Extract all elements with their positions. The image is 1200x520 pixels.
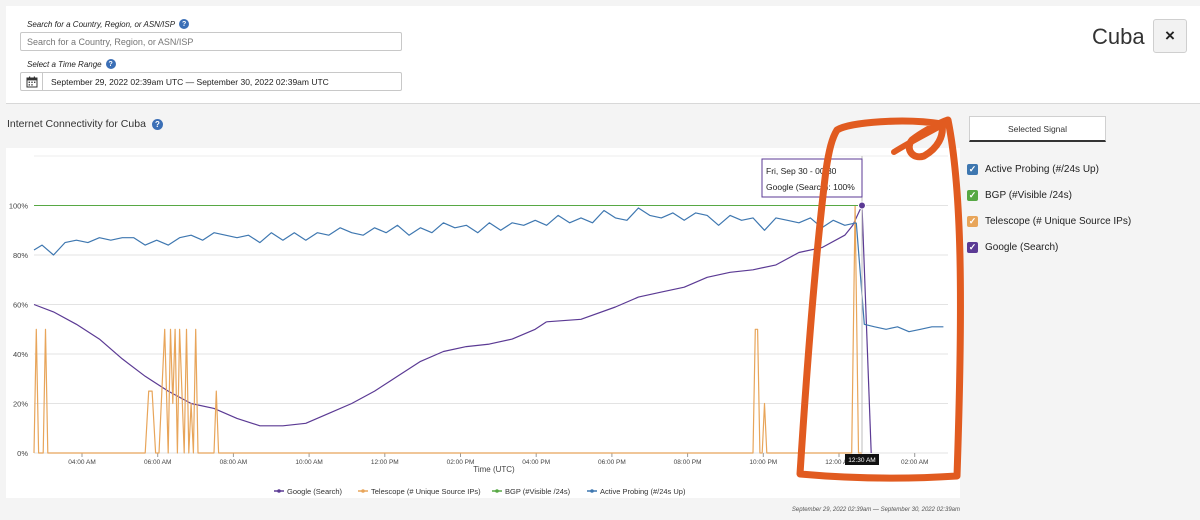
x-tick-label: 04:00 PM bbox=[522, 459, 550, 466]
series-line-google-search bbox=[861, 205, 872, 454]
y-tick-label: 80% bbox=[13, 251, 28, 260]
x-tick-label: 12:00 PM bbox=[371, 459, 399, 466]
x-tick-label: 10:00 AM bbox=[295, 459, 322, 466]
y-tick-label: 60% bbox=[13, 301, 28, 310]
tooltip-time: Fri, Sep 30 - 00:30 bbox=[766, 166, 837, 176]
signal-label: BGP (#Visible /24s) bbox=[985, 189, 1072, 201]
checkbox-checked-icon[interactable]: ✓ bbox=[967, 215, 978, 227]
y-tick-label: 100% bbox=[9, 202, 29, 211]
entity-title: Cuba bbox=[1092, 24, 1145, 49]
x-tick-label: 08:00 AM bbox=[220, 459, 247, 466]
time-range-label: Select a Time Range ? bbox=[27, 59, 116, 69]
series-line-google-search bbox=[33, 303, 547, 427]
search-panel: Search for a Country, Region, or ASN/ISP… bbox=[6, 6, 1200, 104]
search-input[interactable] bbox=[20, 32, 402, 51]
help-icon[interactable]: ? bbox=[105, 59, 116, 69]
legend-marker bbox=[361, 489, 365, 493]
y-tick-label: 40% bbox=[13, 350, 28, 359]
x-tick-label: 02:00 PM bbox=[447, 459, 475, 466]
legend-marker bbox=[590, 489, 594, 493]
signal-list: ✓ Active Probing (#/24s Up) ✓ BGP (#Visi… bbox=[967, 156, 1131, 260]
tooltip-value: Google (Search): 100% bbox=[766, 182, 855, 192]
signal-bgp[interactable]: ✓ BGP (#Visible /24s) bbox=[967, 182, 1131, 208]
y-tick-label: 0% bbox=[17, 449, 28, 458]
checkbox-checked-icon[interactable]: ✓ bbox=[967, 189, 978, 201]
x-tick-label: 08:00 PM bbox=[674, 459, 702, 466]
legend-marker bbox=[495, 489, 499, 493]
connectivity-chart[interactable]: 0% 20% 40% 60% 80% 100% 04:00 AM 06:00 AM 08:00 … bbox=[6, 148, 960, 498]
series-line-active-probing-24s-up bbox=[855, 222, 944, 333]
y-tick-label: 20% bbox=[13, 400, 28, 409]
legend-marker bbox=[277, 489, 281, 493]
legend-label: Active Probing (#/24s Up) bbox=[600, 487, 686, 496]
search-label: Search for a Country, Region, or ASN/ISP… bbox=[27, 19, 190, 29]
x-tick-label: 04:00 AM bbox=[68, 459, 95, 466]
x-tick-label: 06:00 AM bbox=[144, 459, 171, 466]
checkbox-checked-icon[interactable]: ✓ bbox=[967, 163, 978, 175]
x-axis-label: Time (UTC) bbox=[473, 465, 515, 474]
help-icon[interactable]: ? bbox=[179, 19, 190, 29]
legend-label: BGP (#Visible /24s) bbox=[505, 487, 571, 496]
signal-active-probing[interactable]: ✓ Active Probing (#/24s Up) bbox=[967, 156, 1131, 182]
footer-range: September 29, 2022 02:39am — September 3… bbox=[791, 507, 960, 513]
checkbox-checked-icon[interactable]: ✓ bbox=[967, 241, 978, 253]
time-range-value: September 29, 2022 02:39am UTC — Septemb… bbox=[51, 76, 329, 87]
hover-point bbox=[857, 201, 866, 210]
x-tick-label: 10:00 PM bbox=[749, 459, 777, 466]
series-line-telescope-unique-source-ips bbox=[33, 204, 862, 454]
hover-time-label: 12:30 AM bbox=[848, 457, 875, 464]
signal-label: Telescope (# Unique Source IPs) bbox=[985, 215, 1132, 227]
close-icon: × bbox=[1165, 26, 1175, 45]
chart-svg[interactable]: 0% 20% 40% 60% 80% 100% 04:00 AM 06:00 AM 08:00 … bbox=[6, 148, 960, 498]
signal-google-search[interactable]: ✓ Google (Search) bbox=[967, 234, 1131, 260]
legend-label: Google (Search) bbox=[287, 487, 343, 496]
series-line-active-probing-24s-up bbox=[33, 207, 857, 256]
legend-label: Telescope (# Unique Source IPs) bbox=[371, 487, 481, 496]
x-tick-label: 06:00 PM bbox=[598, 459, 626, 466]
help-icon[interactable]: ? bbox=[151, 118, 163, 130]
time-range-picker[interactable]: September 29, 2022 02:39am UTC — Septemb… bbox=[20, 72, 402, 91]
tab-selected-signal[interactable]: Selected Signal bbox=[969, 116, 1106, 142]
x-tick-label: 02:00 AM bbox=[901, 459, 928, 466]
signal-telescope[interactable]: ✓ Telescope (# Unique Source IPs) bbox=[967, 208, 1131, 234]
signal-label: Active Probing (#/24s Up) bbox=[985, 163, 1099, 175]
close-button[interactable]: × bbox=[1153, 19, 1187, 53]
signal-label: Google (Search) bbox=[985, 241, 1059, 253]
calendar-icon[interactable] bbox=[21, 73, 43, 90]
section-title: Internet Connectivity for Cuba ? bbox=[7, 118, 163, 130]
